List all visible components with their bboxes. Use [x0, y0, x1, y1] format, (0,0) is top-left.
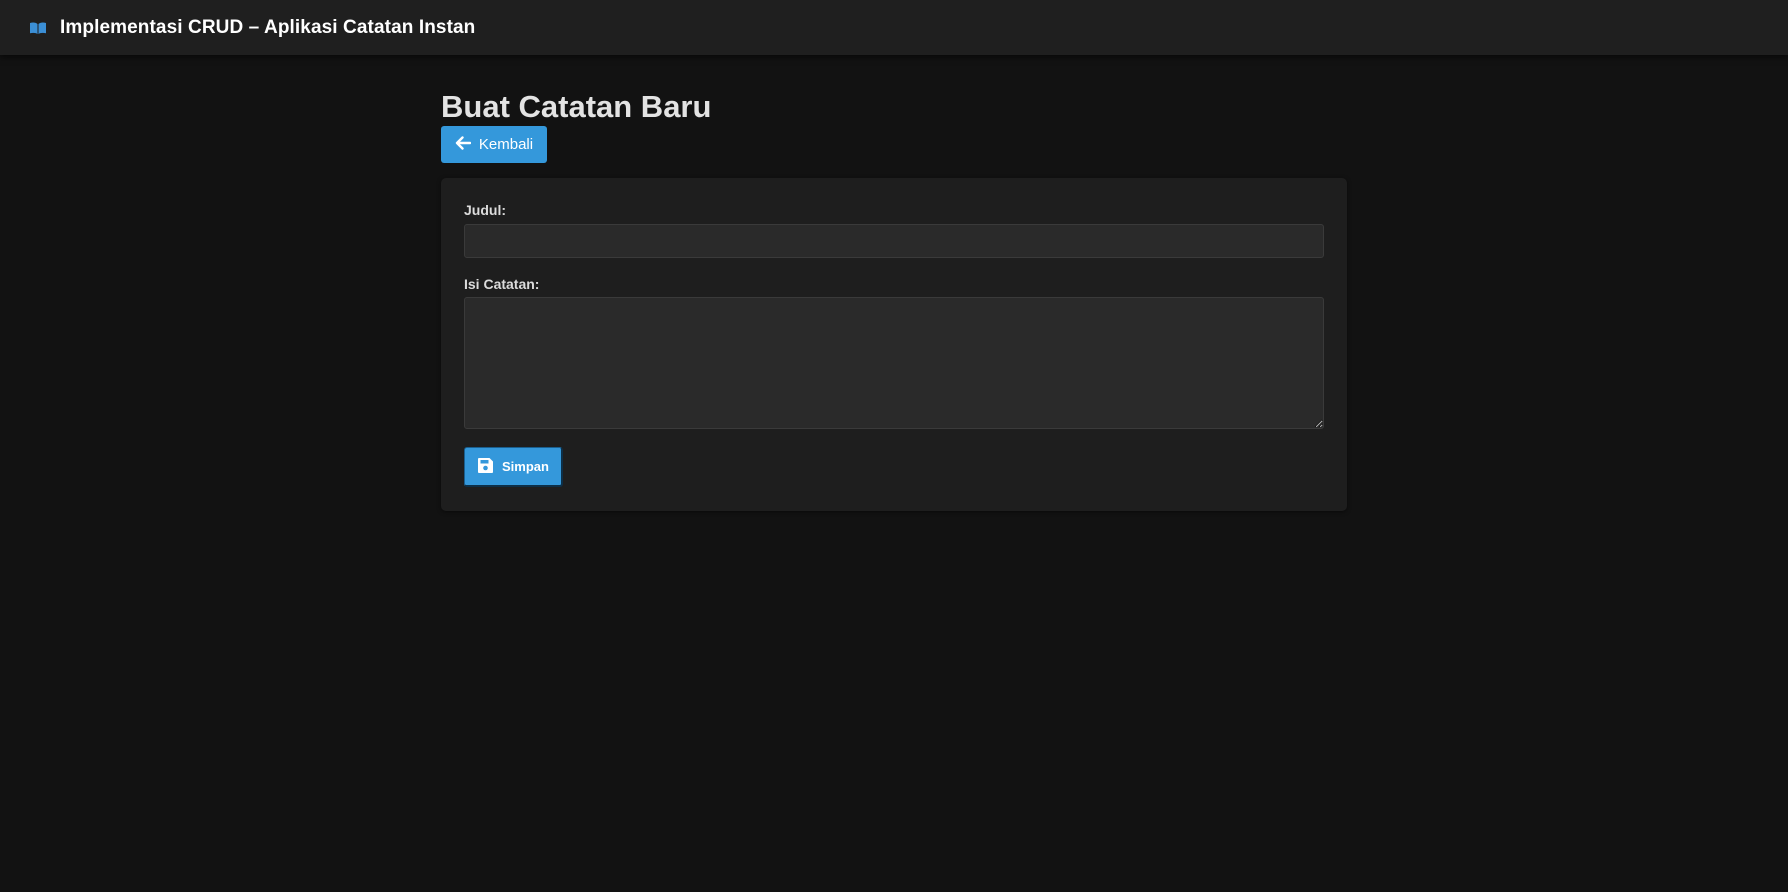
title-input[interactable] [464, 224, 1324, 258]
save-button[interactable]: Simpan [464, 447, 563, 487]
page-title: Buat Catatan Baru [441, 89, 712, 124]
back-button[interactable]: Kembali [441, 126, 547, 163]
app-title: Implementasi CRUD – Aplikasi Catatan Ins… [60, 17, 476, 38]
content-textarea[interactable] [464, 297, 1324, 429]
note-form-card: Judul: Isi Catatan: Simpan [441, 178, 1347, 511]
save-button-label: Simpan [502, 459, 549, 474]
open-book-icon [29, 21, 47, 35]
back-button-label: Kembali [478, 136, 534, 153]
floppy-disk-icon [477, 457, 494, 477]
title-label: Judul: [464, 202, 506, 218]
arrow-left-icon [455, 135, 472, 154]
top-navbar: Implementasi CRUD – Aplikasi Catatan Ins… [0, 0, 1788, 55]
content-label: Isi Catatan: [464, 276, 540, 292]
